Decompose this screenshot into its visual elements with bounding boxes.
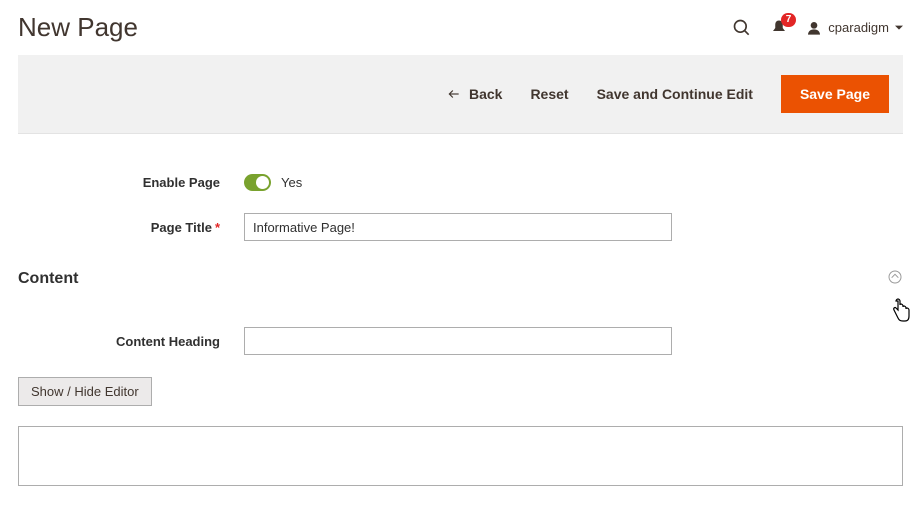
search-icon[interactable] [732,18,752,38]
notification-badge: 7 [781,13,797,27]
page-header: New Page 7 cparadigm [18,0,903,55]
save-page-button[interactable]: Save Page [781,75,889,113]
content-editor[interactable] [18,426,903,486]
notifications-icon[interactable]: 7 [770,19,788,37]
username-label: cparadigm [828,20,889,35]
back-button[interactable]: Back [447,86,502,102]
enable-page-toggle[interactable] [244,174,271,191]
required-asterisk: * [215,220,220,235]
page-title-row: Page Title* [18,213,903,241]
content-section-header[interactable]: Content [18,269,903,295]
enable-page-label: Enable Page [18,175,244,190]
save-continue-button[interactable]: Save and Continue Edit [597,86,753,102]
user-icon [806,20,822,36]
header-actions: 7 cparadigm [732,18,903,38]
page-title-label: Page Title* [18,220,244,235]
page-title-input[interactable] [244,213,672,241]
content-section-title: Content [18,270,78,288]
arrow-left-icon [447,87,461,101]
content-heading-label: Content Heading [18,334,244,349]
collapse-icon [887,269,903,288]
content-heading-input[interactable] [244,327,672,355]
content-heading-row: Content Heading [18,327,903,355]
chevron-down-icon [895,24,903,32]
content-section: Content Content Heading Show / Hide Edit… [18,269,903,489]
user-menu[interactable]: cparadigm [806,20,903,36]
show-hide-editor-button[interactable]: Show / Hide Editor [18,377,152,406]
action-bar: Back Reset Save and Continue Edit Save P… [18,55,903,134]
page-title: New Page [18,12,138,43]
enable-page-row: Enable Page Yes [18,174,903,191]
reset-button[interactable]: Reset [530,86,568,102]
enable-page-value: Yes [281,175,302,190]
